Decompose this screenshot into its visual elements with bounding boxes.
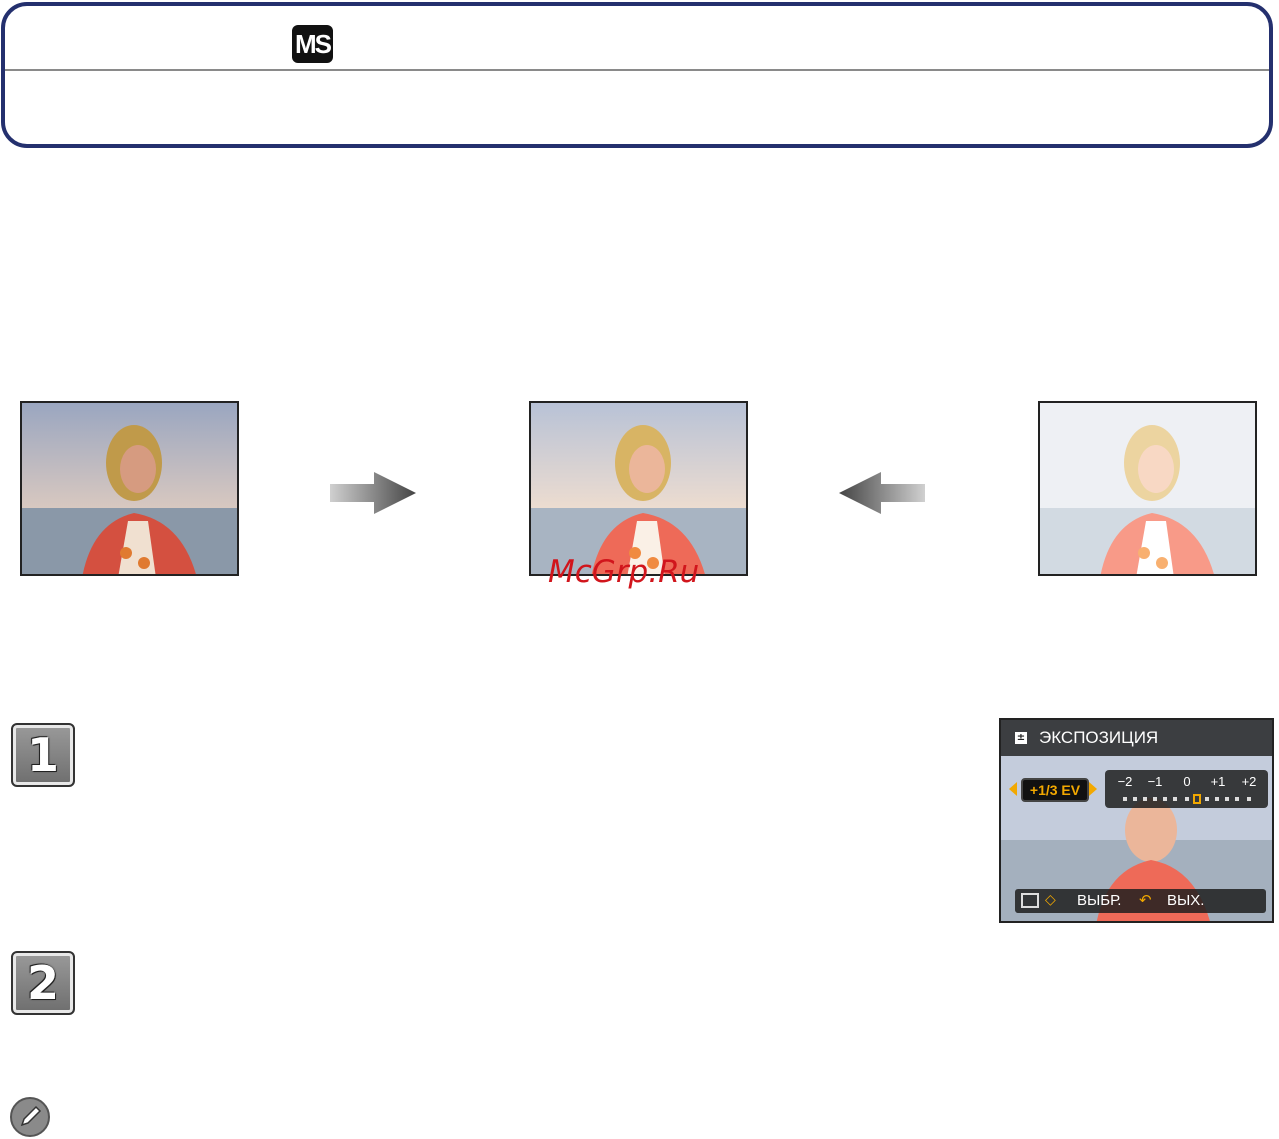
arrow-right-icon	[330, 472, 416, 514]
scale-tick	[1205, 797, 1209, 801]
photo-dark	[20, 401, 239, 576]
photo-dark-image	[22, 403, 237, 574]
photo-correct-image	[531, 403, 746, 574]
scale-cursor	[1193, 794, 1201, 804]
scale-tick	[1235, 797, 1239, 801]
header-box: MS	[1, 2, 1273, 148]
footer-exit-label: ВЫХ.	[1167, 892, 1205, 909]
footer-select-label: ВЫБР.	[1077, 892, 1122, 909]
screen-title-bar: ± ЭКСПОЗИЦИЯ	[1001, 720, 1272, 756]
header-divider	[5, 69, 1269, 71]
scale-tick	[1133, 797, 1137, 801]
scale-label: −1	[1147, 774, 1163, 789]
scale-label: −2	[1117, 774, 1133, 789]
camera-screen: ± ЭКСПОЗИЦИЯ +1/3 EV −2 −1 0 +1 +2 ◇ ВЫБ…	[999, 718, 1274, 923]
photo-bright	[1038, 401, 1257, 576]
manual-scene-mode-icon: MS	[292, 25, 333, 63]
ev-left-arrow-icon[interactable]	[1009, 782, 1017, 796]
return-icon: ↶	[1139, 891, 1152, 909]
ev-right-arrow-icon[interactable]	[1089, 782, 1097, 796]
step-1-badge: 1	[11, 723, 75, 787]
scale-tick	[1123, 797, 1127, 801]
pencil-note-icon	[10, 1097, 50, 1137]
scale-tick	[1185, 797, 1189, 801]
scale-tick	[1173, 797, 1177, 801]
scale-label: 0	[1183, 774, 1191, 789]
photo-bright-image	[1040, 403, 1255, 574]
exposure-icon: ±	[1015, 732, 1027, 744]
screen-footer: ◇ ВЫБР. ↶ ВЫХ.	[1015, 889, 1266, 913]
scale-label: +1	[1210, 774, 1226, 789]
cursor-buttons-icon: ◇	[1045, 892, 1056, 908]
scale-tick	[1143, 797, 1147, 801]
scale-label: +2	[1241, 774, 1257, 789]
scale-tick	[1215, 797, 1219, 801]
photo-correct	[529, 401, 748, 576]
screen-title: ЭКСПОЗИЦИЯ	[1039, 728, 1159, 747]
scale-tick	[1153, 797, 1157, 801]
ev-value[interactable]: +1/3 EV	[1021, 778, 1089, 802]
pencil-icon	[20, 1105, 42, 1127]
scale-tick	[1247, 797, 1251, 801]
exposure-scale: −2 −1 0 +1 +2	[1105, 770, 1268, 808]
scale-tick	[1225, 797, 1229, 801]
scale-tick	[1163, 797, 1167, 801]
arrow-left-icon	[839, 472, 925, 514]
step-2-badge: 2	[11, 951, 75, 1015]
watermark: McGrp.Ru	[548, 554, 700, 590]
display-icon	[1021, 893, 1039, 908]
